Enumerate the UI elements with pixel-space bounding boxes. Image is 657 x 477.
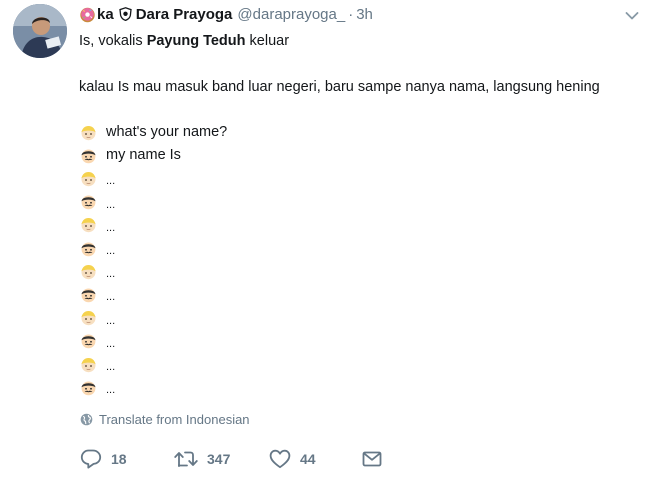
blond-person-emoji	[81, 218, 96, 233]
dialog-line: ...	[80, 168, 115, 188]
retweet-icon	[174, 451, 198, 467]
mustache-man-emoji	[81, 334, 96, 349]
donut-icon	[79, 6, 96, 23]
dialog-line: ...	[80, 238, 115, 258]
mustache-man-emoji	[81, 149, 96, 163]
tweet-timestamp[interactable]: 3h	[356, 6, 373, 23]
blond-person-emoji	[81, 264, 96, 279]
dialog-line: ...	[80, 215, 115, 235]
heart-icon	[269, 449, 291, 469]
dialog-text: ...	[106, 221, 116, 234]
dialog-text: ...	[106, 268, 116, 281]
chevron-down-icon	[625, 12, 639, 20]
mustache-man-emoji	[81, 195, 96, 210]
blond-person-emoji	[81, 357, 96, 372]
line1-pre: Is, vokalis	[79, 33, 147, 49]
tweet-header: ka Dara Prayoga @daraprayoga_ · 3h	[79, 3, 373, 25]
translate-label: Translate from Indonesian	[99, 412, 250, 427]
display-name[interactable]: Dara Prayoga	[136, 6, 233, 23]
dialog-text: ...	[106, 314, 116, 327]
dialog-line: ...	[80, 331, 115, 351]
envelope-icon	[362, 451, 382, 467]
user-handle[interactable]: @daraprayoga_	[237, 6, 345, 23]
dialog-line: ...	[80, 192, 115, 212]
tweet-text-line-1: Is, vokalis Payung Teduh keluar	[79, 31, 289, 51]
globe-icon	[80, 413, 93, 426]
reply-count: 18	[111, 451, 127, 467]
dialog-text: what's your name?	[106, 124, 228, 140]
tweet-action-bar: 18 347 44	[80, 447, 400, 471]
dialog-line: my name Is	[80, 145, 181, 165]
dialog-line: ...	[80, 261, 115, 281]
like-button[interactable]: 44	[269, 447, 316, 471]
dialog-text: ...	[106, 337, 116, 350]
mustache-man-emoji	[81, 288, 96, 303]
dialog-line: ...	[80, 377, 115, 397]
dialog-line: ...	[80, 308, 115, 328]
user-avatar-image	[13, 4, 67, 58]
dialog-text: ...	[106, 245, 116, 257]
line1-post: keluar	[245, 33, 290, 49]
like-count: 44	[300, 451, 316, 467]
blond-person-emoji	[81, 311, 96, 326]
dialog-line: ...	[80, 284, 115, 304]
dialog-text: ...	[106, 384, 116, 397]
dialog-text: my name Is	[106, 147, 181, 164]
avatar[interactable]	[13, 4, 67, 58]
display-name-prefix[interactable]: ka	[97, 6, 114, 23]
dialog-text: ...	[106, 361, 116, 373]
dialog-line: ...	[80, 354, 115, 374]
mustache-man-emoji	[81, 242, 96, 256]
tweet-text-line-2: kalau Is mau masuk band luar negeri, bar…	[79, 79, 600, 95]
blond-person-emoji	[81, 171, 96, 187]
shield-icon	[118, 7, 132, 22]
dialog-line: what's your name?	[80, 122, 227, 142]
reply-icon	[80, 449, 102, 469]
mustache-man-emoji	[81, 381, 96, 395]
translate-link[interactable]: Translate from Indonesian	[80, 412, 250, 427]
dialog-text: ...	[106, 175, 116, 188]
retweet-count: 347	[207, 451, 231, 467]
blond-person-emoji	[81, 125, 96, 140]
dialog-text: ...	[106, 198, 116, 211]
dialog-text: ...	[106, 291, 116, 304]
separator-dot: ·	[348, 5, 354, 23]
reply-button[interactable]: 18	[80, 447, 127, 471]
tweet-menu-caret[interactable]	[625, 8, 639, 20]
retweet-button[interactable]: 347	[174, 447, 230, 471]
direct-message-button[interactable]	[362, 447, 382, 471]
band-name: Payung Teduh	[146, 33, 246, 49]
